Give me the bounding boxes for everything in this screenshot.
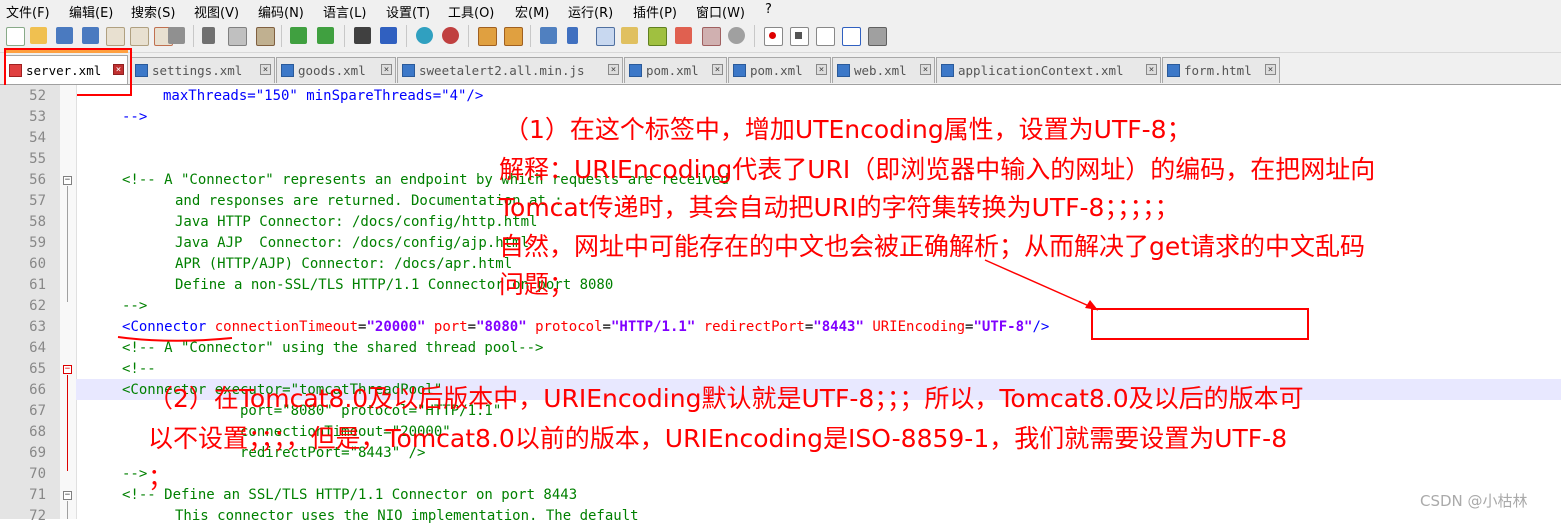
annotation-text: 以不设置；；；，但是，Tomcat8.0以前的版本，URIEncoding是IS… [148,424,1288,453]
annotation-text: （2）在Tomcat8.0及以后版本中，URIEncoding默认就是UTF-8… [148,384,1304,413]
annotation-box-uriencoding [1091,308,1309,340]
annotation-text: （1）在这个标签中，增加UTEncoding属性，设置为UTF-8； [504,115,1192,144]
annotation-text: Tomcat传递时，其会自动把URI的字符集转换为UTF-8；；；；； [499,193,1180,222]
annotation-text: 解释：URIEncoding代表了URI（即浏览器中输入的网址）的编码，在把网址… [499,155,1376,184]
arrow-head-icon [1085,300,1098,310]
watermark: CSDN @小枯林 [1420,492,1528,510]
underline-annotation [117,336,233,342]
annotation-text: ； [148,463,174,492]
annotation-text: 自然，网址中可能存在的中文也会被正确解析；从而解决了get请求的中文乱码 [499,232,1366,261]
annotation-text: 问题； [499,270,575,299]
annotation-arrow [984,259,1099,311]
